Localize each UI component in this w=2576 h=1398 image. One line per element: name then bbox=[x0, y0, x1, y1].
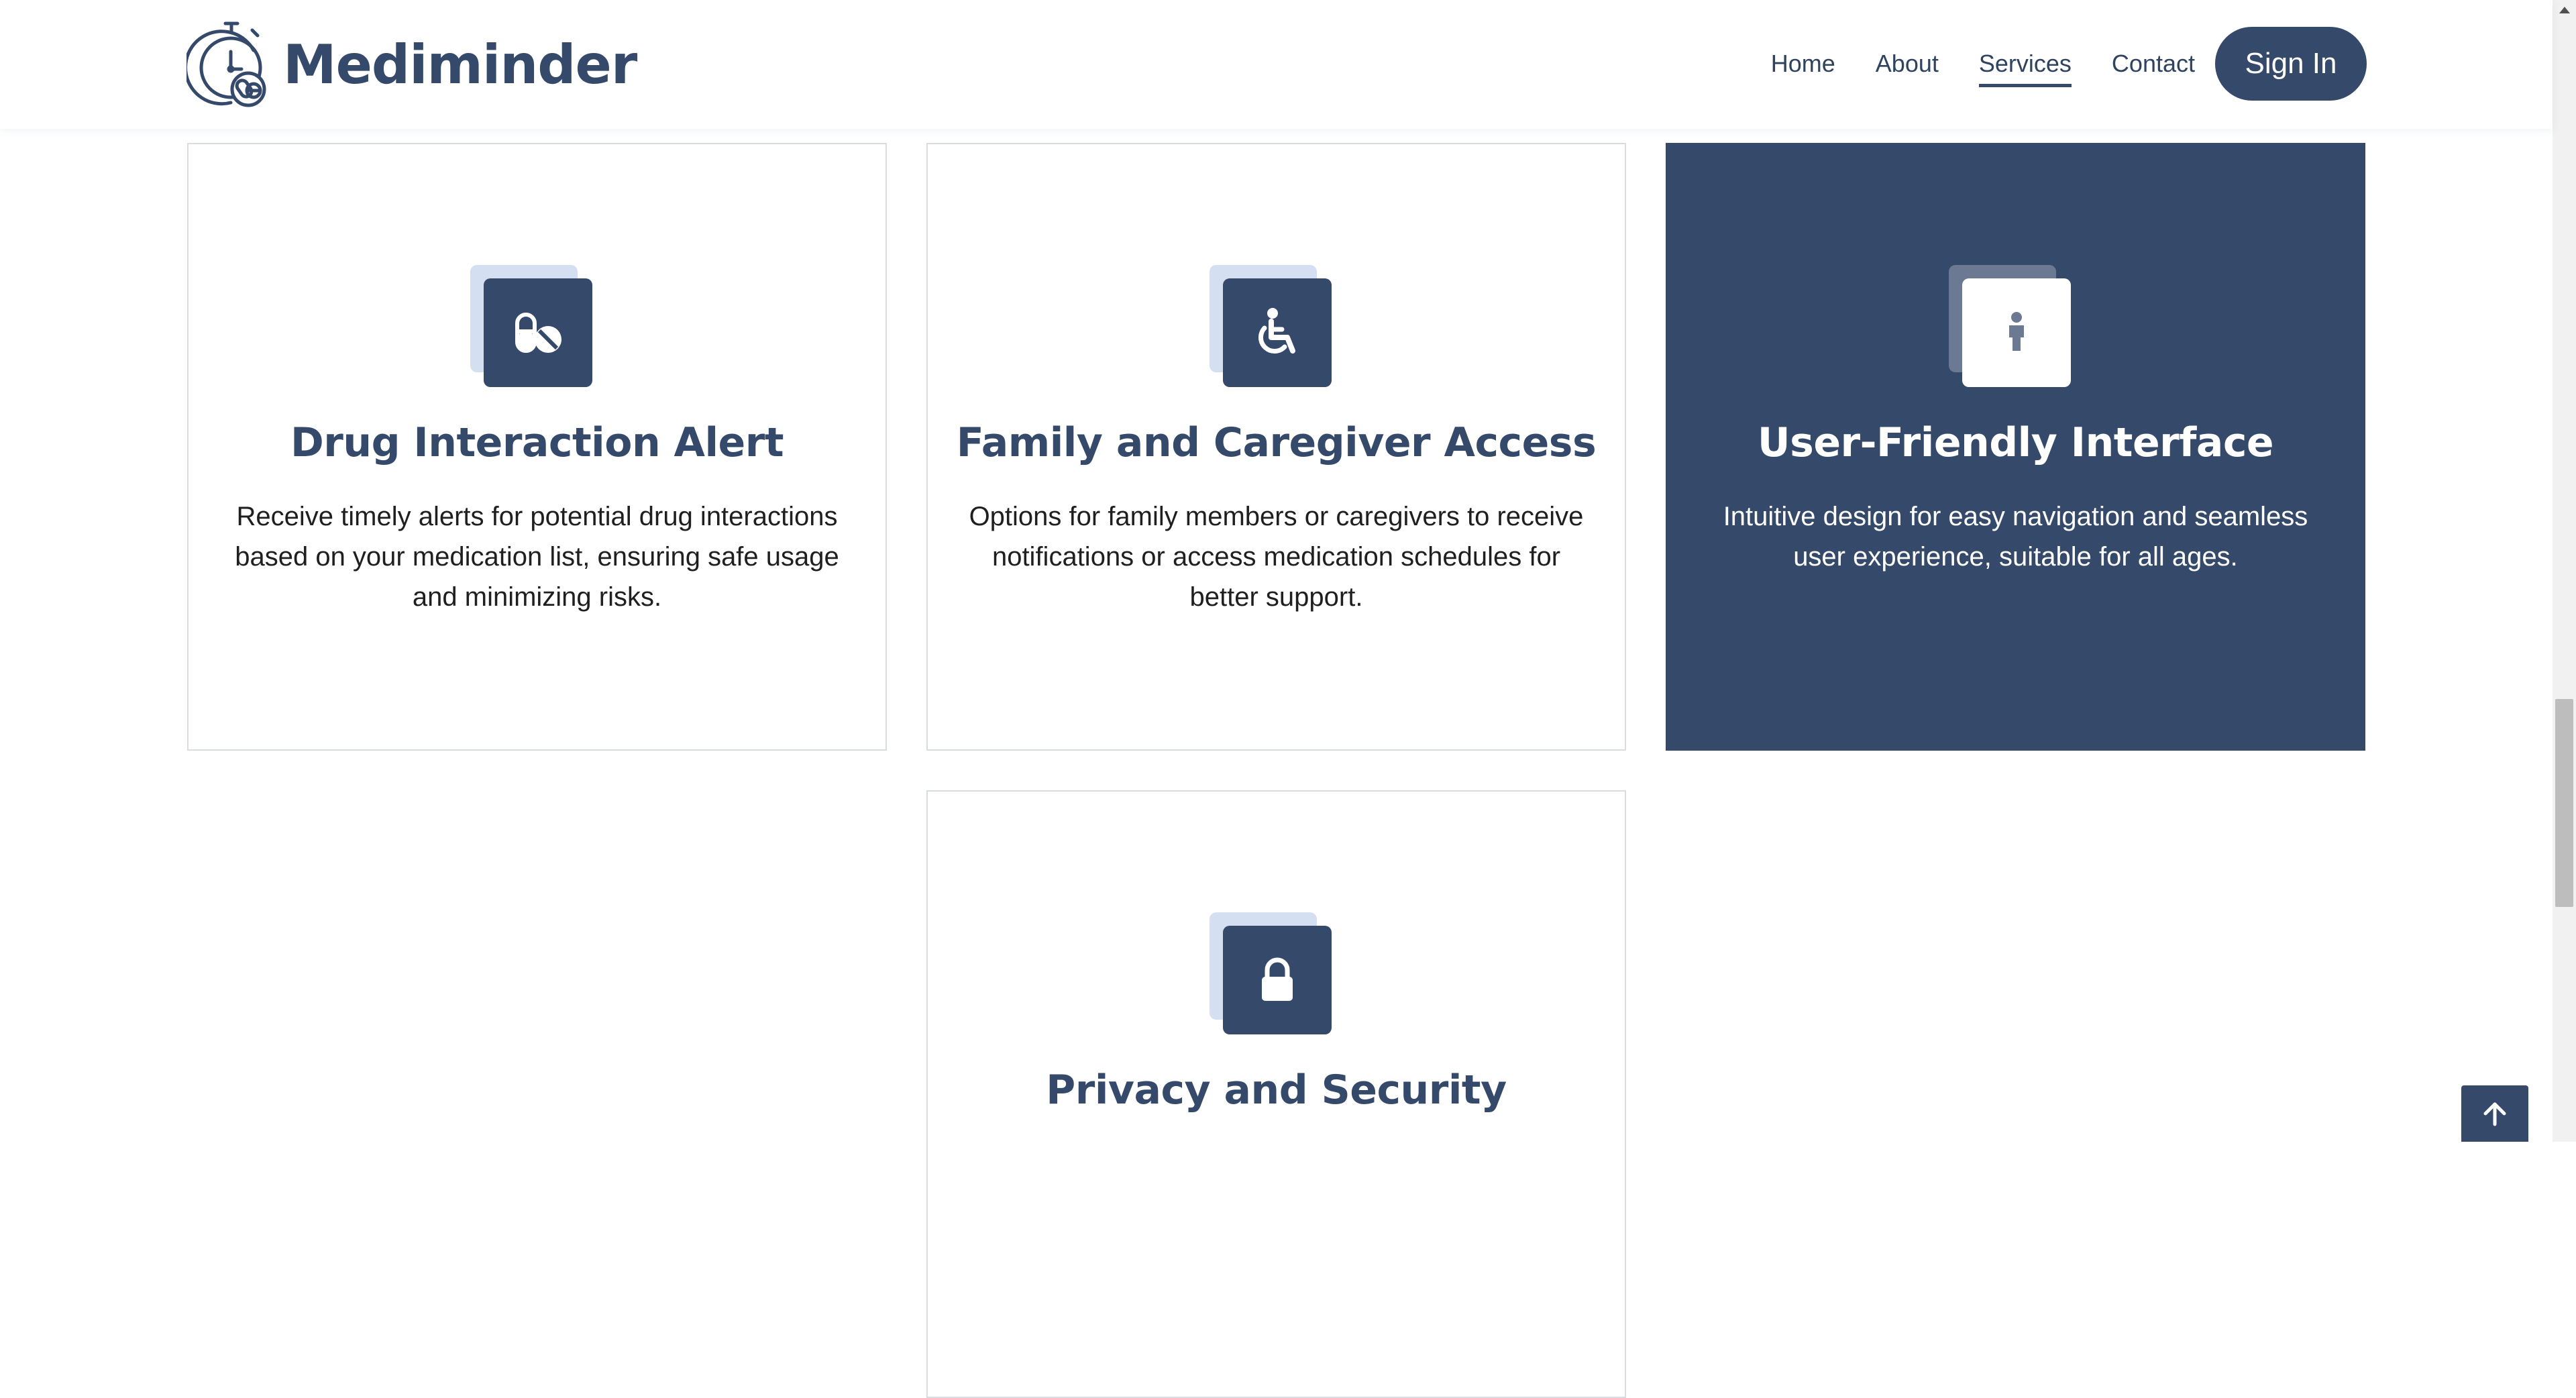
wheelchair-icon bbox=[1258, 308, 1295, 354]
nav-about[interactable]: About bbox=[1876, 43, 1939, 85]
sign-in-button[interactable]: Sign In bbox=[2215, 27, 2367, 101]
service-card-drug-interaction: Drug Interaction Alert Receive timely al… bbox=[187, 143, 887, 751]
service-icon-tile bbox=[1210, 912, 1332, 1034]
site-header: Mediminder Home About Services Contact S… bbox=[0, 0, 2553, 129]
service-icon-tile bbox=[1949, 265, 2071, 387]
service-icon-tile bbox=[1210, 265, 1332, 387]
service-title: Privacy and Security bbox=[1046, 1067, 1507, 1114]
nav-contact[interactable]: Contact bbox=[2112, 43, 2195, 85]
service-title: User-Friendly Interface bbox=[1757, 419, 2274, 466]
service-description: Receive timely alerts for potential drug… bbox=[235, 502, 839, 612]
lock-icon bbox=[1262, 957, 1293, 1001]
scrollbar-thumb[interactable] bbox=[2555, 699, 2573, 907]
service-card-user-friendly: User-Friendly Interface Intuitive design… bbox=[1666, 143, 2365, 751]
service-description: Options for family members or caregivers… bbox=[969, 502, 1584, 612]
service-description: Intuitive design for easy navigation and… bbox=[1723, 502, 2308, 572]
nav-home[interactable]: Home bbox=[1771, 43, 1835, 85]
service-card-privacy-security: Privacy and Security bbox=[926, 790, 1626, 1398]
service-icon-tile bbox=[470, 265, 592, 387]
nav-services[interactable]: Services bbox=[1978, 43, 2072, 87]
stopwatch-pill-icon bbox=[186, 21, 266, 107]
arrow-up-icon bbox=[2483, 1102, 2506, 1126]
brand[interactable]: Mediminder bbox=[186, 20, 637, 109]
service-title: Drug Interaction Alert bbox=[290, 419, 784, 466]
back-to-top-button[interactable] bbox=[2461, 1085, 2528, 1142]
service-title: Family and Caregiver Access bbox=[956, 419, 1597, 466]
scroll-up-arrow-icon[interactable] bbox=[2553, 0, 2576, 20]
page-scrollbar[interactable] bbox=[2553, 0, 2576, 1142]
brand-name: Mediminder bbox=[283, 33, 637, 96]
pills-icon bbox=[515, 313, 561, 353]
service-card-family-caregiver: Family and Caregiver Access Options for … bbox=[926, 143, 1626, 751]
person-icon bbox=[2009, 312, 2024, 351]
main-nav: Home About Services Contact Sign In bbox=[1771, 27, 2367, 101]
